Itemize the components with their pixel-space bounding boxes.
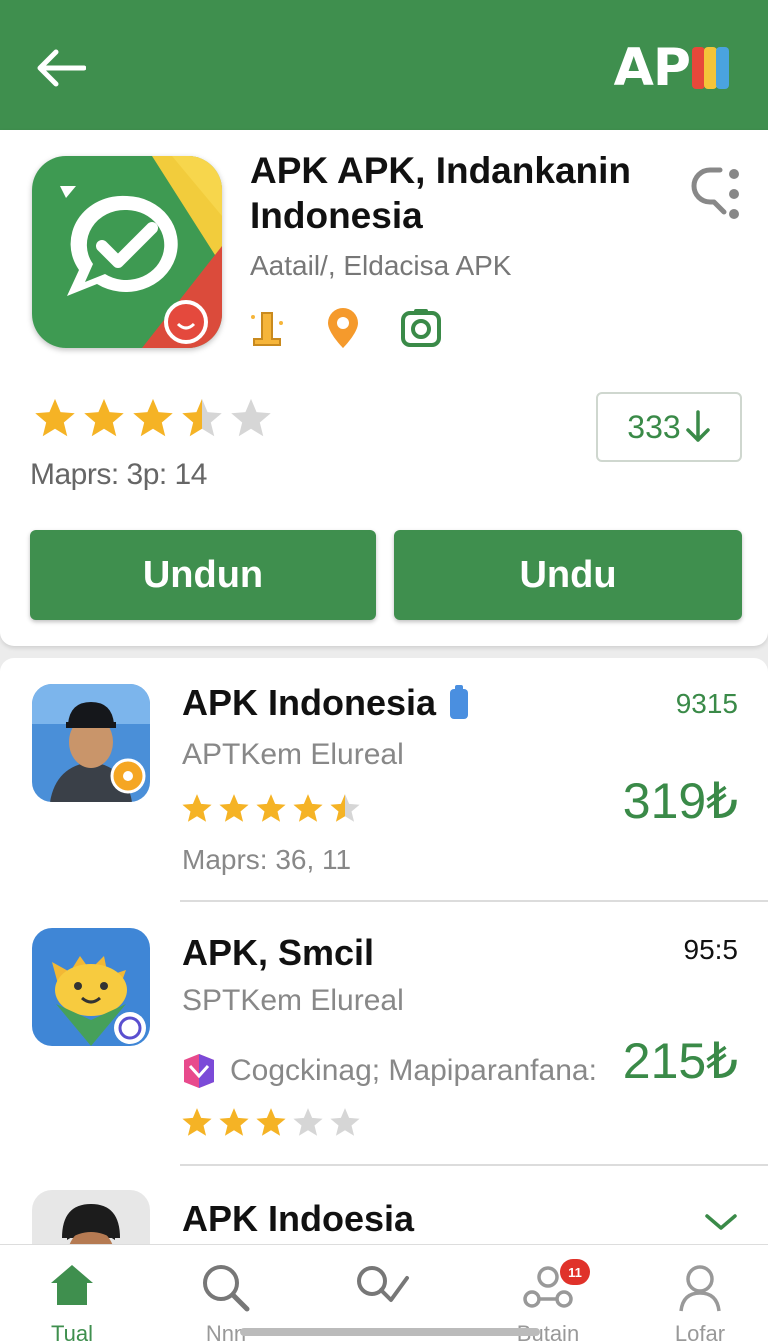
top-app-bar: AP [0,0,768,132]
star-icon [217,1106,251,1145]
star-icon [180,1106,214,1145]
app-reviews: Maprs: 3p: 14 [30,458,207,491]
app-subtitle: Aatail/, Eldacisa APK [250,250,512,281]
item-name: APK, Smcil [182,932,375,973]
category-icon [184,1054,214,1088]
item-count: 9315 [675,688,738,719]
item-price: 319₺ [622,773,738,829]
share-button[interactable] [688,158,748,228]
star-icon [217,792,251,831]
item-name: APK Indonesia [182,682,437,723]
star-icon [130,396,176,447]
item-name: APK Indoesia [182,1198,415,1239]
item-developer: SPTKem Elureal [182,984,404,1017]
star-icon [328,1106,362,1145]
location-pin-icon [328,308,358,348]
list-item[interactable]: APK, Smcil SPTKem Elureal Cogckinag; Map… [0,902,768,1166]
star-icon [254,1106,288,1145]
download-button[interactable]: Undun [30,530,376,620]
app-logo: AP [614,36,730,100]
app-meta-icons [248,306,442,350]
star-icon [180,792,214,831]
camera-icon [401,309,441,347]
nav-label: Lofar [674,1321,726,1344]
app-detail-card: APK APK, Indankanin Indonesia Aatail/, E… [0,130,768,646]
download-count-box[interactable]: 333 [596,392,742,462]
profile-icon [679,1265,721,1312]
app-icon[interactable] [32,156,222,348]
star-icon [32,396,78,447]
back-button[interactable] [30,40,90,96]
logo-text: AP [613,38,691,98]
app-rating-stars [32,396,274,447]
check-search-icon [357,1266,409,1302]
item-rating-stars [180,1106,362,1145]
secondary-download-button[interactable]: Undu [394,530,742,620]
star-icon [328,792,362,831]
nav-item-home[interactable]: Tual [12,1245,132,1344]
download-count: 333 [627,408,681,445]
item-category: Cogckinag; Mapiparanfana: [230,1054,597,1087]
star-icon [254,792,288,831]
notification-badge: 11 [560,1259,590,1285]
app-list: APK Indonesia APTKem Elureal Maprs: 36, … [0,658,768,1258]
item-rating-stars [180,792,362,831]
item-price: 215₺ [622,1033,738,1089]
item-category-row: Cogckinag; Mapiparanfana: [180,1052,597,1090]
nav-label: Tual [51,1321,93,1344]
item-name-row: APK Indonesia [182,682,470,724]
arrow-left-icon [37,49,86,87]
arrow-down-icon [685,410,710,442]
star-icon [228,396,274,447]
star-icon [179,396,225,447]
item-developer: APTKem Elureal [182,738,404,771]
nav-item-profile[interactable]: Lofar [640,1245,760,1344]
list-item[interactable]: APK Indonesia APTKem Elureal Maprs: 36, … [0,658,768,902]
home-indicator [240,1328,540,1336]
verified-badge-icon [450,685,469,719]
item-thumbnail [32,684,150,802]
star-icon [81,396,127,447]
app-title: APK APK, Indankanin Indonesia [250,150,632,236]
item-thumbnail [32,928,150,1046]
chevron-down-icon[interactable] [704,1212,738,1232]
item-reviews: Maprs: 36, 11 [182,844,352,875]
share-icon [691,167,739,219]
logo-mark-icon [692,43,730,93]
search-icon [203,1265,250,1312]
star-icon [291,1106,325,1145]
item-count: 95:5 [683,934,739,965]
home-icon [51,1265,93,1305]
award-icon [251,312,283,346]
star-icon [291,792,325,831]
